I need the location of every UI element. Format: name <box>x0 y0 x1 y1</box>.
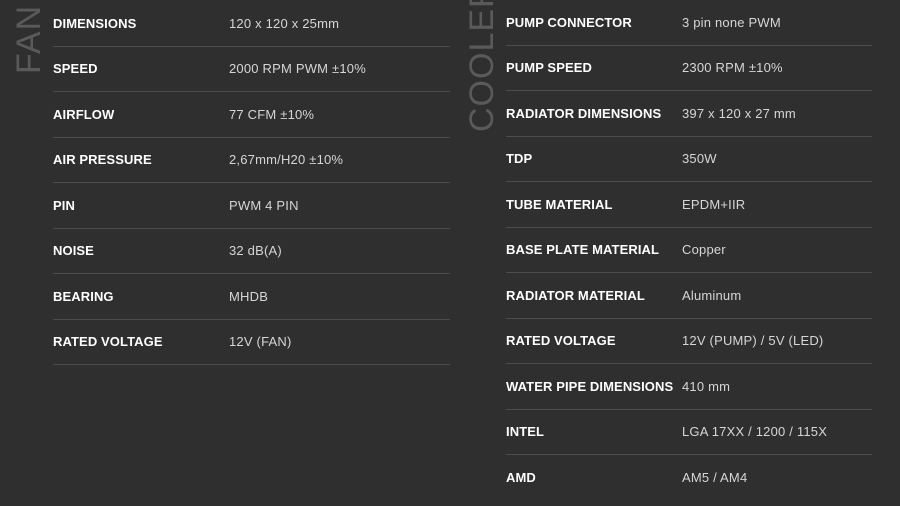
cooler-spec-row: RADIATOR MATERIAL Aluminum <box>506 273 872 319</box>
spec-value: 2000 RPM PWM ±10% <box>229 61 366 77</box>
spec-value: Aluminum <box>682 287 742 303</box>
cooler-spec-row: INTEL LGA 17XX / 1200 / 115X <box>506 410 872 455</box>
spec-key: AIRFLOW <box>53 106 115 122</box>
cooler-spec-table: PUMP CONNECTOR 3 pin none PWM PUMP SPEED 23… <box>506 0 872 501</box>
fan-spec-row: SPEED 2000 RPM PWM ±10% <box>53 47 450 92</box>
spec-value: MHDB <box>229 288 269 304</box>
spec-value: LGA 17XX / 1200 / 115X <box>682 424 828 440</box>
spec-value: 77 CFM ±10% <box>229 106 315 122</box>
cooler-spec-row: RATED VOLTAGE 12V (PUMP) / 5V (LED) <box>506 319 872 364</box>
fan-spec-row: AIRFLOW 77 CFM ±10% <box>53 92 450 138</box>
cooler-spec-row: WATER PIPE DIMENSIONS 410 mm <box>506 364 872 410</box>
spec-page: FAN DIMENSIONS 120 x 120 x 25mm SPEED 2000 … <box>0 0 900 506</box>
spec-key: RATED VOLTAGE <box>506 333 616 349</box>
cooler-spec-row: BASE PLATE MATERIAL Copper <box>506 228 872 273</box>
fan-spec-row: PIN PWM 4 PIN <box>53 183 450 229</box>
spec-key: BEARING <box>53 288 114 304</box>
fan-spec-row: DIMENSIONS 120 x 120 x 25mm <box>53 1 450 47</box>
spec-value: AM5 / AM4 <box>682 470 748 486</box>
spec-value: 12V (PUMP) / 5V (LED) <box>682 333 824 349</box>
fan-spec-row: AIR PRESSURE 2,67mm/H20 ±10% <box>53 138 450 183</box>
fan-spec-row: BEARING MHDB <box>53 274 450 320</box>
spec-key: WATER PIPE DIMENSIONS <box>506 378 674 394</box>
spec-key: RADIATOR MATERIAL <box>506 287 645 303</box>
fan-section-label: FAN <box>10 4 48 74</box>
spec-key: PUMP SPEED <box>506 60 593 76</box>
cooler-spec-row: PUMP SPEED 2300 RPM ±10% <box>506 46 872 91</box>
spec-key: SPEED <box>53 61 98 77</box>
spec-key: AMD <box>506 470 536 486</box>
fan-spec-table: DIMENSIONS 120 x 120 x 25mm SPEED 2000 RPM … <box>53 1 450 365</box>
spec-value: 120 x 120 x 25mm <box>229 15 340 31</box>
spec-value: 3 pin none PWM <box>682 14 781 30</box>
spec-value: 350W <box>682 151 717 167</box>
spec-value: Copper <box>682 242 726 258</box>
spec-key: DIMENSIONS <box>53 15 137 31</box>
cooler-spec-row: TDP 350W <box>506 137 872 182</box>
spec-value: 2,67mm/H20 ±10% <box>229 152 344 168</box>
spec-key: PUMP CONNECTOR <box>506 14 632 30</box>
cooler-spec-row: TUBE MATERIAL EPDM+IIR <box>506 182 872 228</box>
cooler-spec-row: AMD AM5 / AM4 <box>506 455 872 501</box>
fan-spec-row: RATED VOLTAGE 12V (FAN) <box>53 320 450 365</box>
spec-value: 2300 RPM ±10% <box>682 60 783 76</box>
spec-value: 397 x 120 x 27 mm <box>682 105 796 121</box>
spec-key: AIR PRESSURE <box>53 152 152 168</box>
spec-key: NOISE <box>53 243 94 259</box>
spec-key: INTEL <box>506 424 545 440</box>
spec-key: PIN <box>53 197 75 213</box>
spec-value: PWM 4 PIN <box>229 197 299 213</box>
spec-value: 12V (FAN) <box>229 334 292 350</box>
cooler-spec-row: PUMP CONNECTOR 3 pin none PWM <box>506 0 872 46</box>
spec-key: TUBE MATERIAL <box>506 196 613 212</box>
cooler-spec-row: RADIATOR DIMENSIONS 397 x 120 x 27 mm <box>506 91 872 137</box>
spec-key: RADIATOR DIMENSIONS <box>506 105 662 121</box>
cooler-section-label: COOLER <box>463 0 501 132</box>
spec-key: RATED VOLTAGE <box>53 334 163 350</box>
spec-key: TDP <box>506 151 533 167</box>
fan-spec-row: NOISE 32 dB(A) <box>53 229 450 274</box>
spec-key: BASE PLATE MATERIAL <box>506 242 660 258</box>
spec-value: 32 dB(A) <box>229 243 282 259</box>
spec-value: EPDM+IIR <box>682 196 746 212</box>
spec-value: 410 mm <box>682 378 731 394</box>
